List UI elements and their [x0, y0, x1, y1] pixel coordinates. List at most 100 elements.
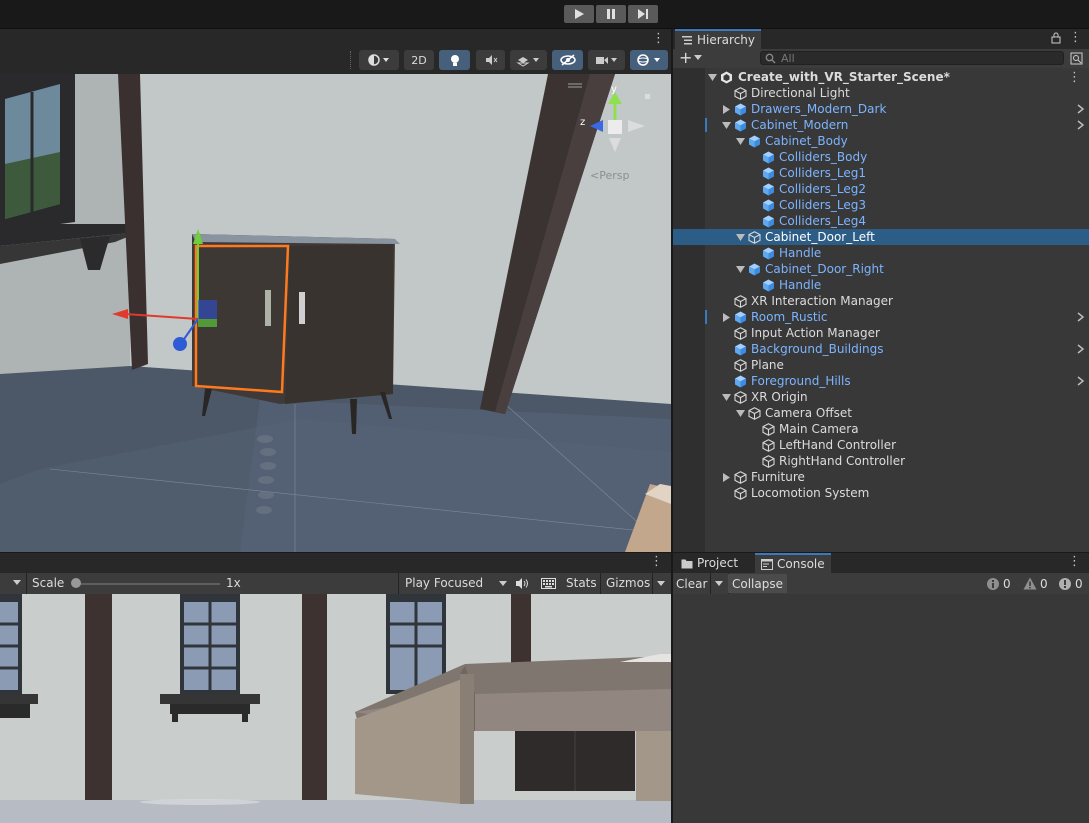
- hierarchy-item[interactable]: Foreground_Hills: [705, 373, 1089, 389]
- hierarchy-item[interactable]: Cabinet_Door_Right: [705, 261, 1089, 277]
- scale-label: Scale: [32, 576, 65, 590]
- display-dropdown-icon[interactable]: [13, 580, 21, 586]
- mute-audio-icon[interactable]: [515, 577, 529, 590]
- scene-name: Create_with_VR_Starter_Scene*: [738, 70, 950, 84]
- hierarchy-item-label: Locomotion System: [751, 486, 870, 500]
- panel-divider-horizontal[interactable]: [0, 552, 1089, 553]
- fold-closed-icon[interactable]: [722, 104, 731, 114]
- gizmos-menu[interactable]: Gizmos: [600, 573, 672, 594]
- fold-open-icon[interactable]: [736, 233, 745, 242]
- hierarchy-item[interactable]: Drawers_Modern_Dark: [705, 101, 1089, 117]
- hierarchy-item[interactable]: RightHand Controller: [705, 453, 1089, 469]
- open-prefab-chevron-icon[interactable]: [1077, 344, 1085, 354]
- scene-menu-icon[interactable]: ⋮: [652, 31, 665, 46]
- hierarchy-item[interactable]: XR Interaction Manager: [705, 293, 1089, 309]
- hierarchy-item[interactable]: Background_Buildings: [705, 341, 1089, 357]
- info-count-toggle[interactable]: 0: [986, 575, 1011, 592]
- fold-open-icon[interactable]: [708, 73, 717, 82]
- hierarchy-item[interactable]: Directional Light: [705, 85, 1089, 101]
- hierarchy-item[interactable]: Colliders_Leg2: [705, 181, 1089, 197]
- hierarchy-item[interactable]: LeftHand Controller: [705, 437, 1089, 453]
- fold-open-icon[interactable]: [722, 121, 731, 130]
- gizmos-icon: [637, 54, 660, 66]
- prefab-cube-icon: [735, 311, 746, 323]
- fold-closed-icon[interactable]: [722, 472, 731, 482]
- tab-hierarchy[interactable]: Hierarchy: [675, 29, 762, 49]
- hierarchy-item[interactable]: Cabinet_Body: [705, 133, 1089, 149]
- projection-label[interactable]: <Persp: [590, 169, 629, 182]
- open-prefab-chevron-icon[interactable]: [1077, 312, 1085, 322]
- fold-open-icon[interactable]: [736, 265, 745, 274]
- scene-root-row[interactable]: Create_with_VR_Starter_Scene* ⋮: [705, 69, 1089, 85]
- play-mode-dropdown[interactable]: Play Focused: [398, 573, 511, 594]
- info-icon: [987, 577, 999, 590]
- tab-project[interactable]: Project: [675, 553, 744, 573]
- camera-dropdown[interactable]: [588, 50, 625, 70]
- hierarchy-item[interactable]: Colliders_Leg4: [705, 213, 1089, 229]
- warning-count-toggle[interactable]: 0: [1023, 575, 1048, 592]
- step-button[interactable]: [628, 5, 658, 23]
- hierarchy-item[interactable]: Cabinet_Door_Left: [673, 229, 1089, 245]
- scene-menu-icon[interactable]: ⋮: [1068, 70, 1081, 85]
- collapse-toggle[interactable]: Collapse: [728, 574, 787, 593]
- tab-console[interactable]: Console: [755, 553, 831, 573]
- game-menu-icon[interactable]: ⋮: [650, 554, 663, 569]
- gameobject-cube-icon: [734, 358, 747, 372]
- scale-slider-thumb[interactable]: [71, 578, 81, 588]
- 2d-toggle[interactable]: 2D: [404, 50, 434, 70]
- open-prefab-chevron-icon[interactable]: [1077, 120, 1085, 130]
- console-log-area[interactable]: [673, 594, 1089, 823]
- error-count-toggle[interactable]: 0: [1058, 575, 1083, 592]
- panel-divider[interactable]: [671, 29, 673, 823]
- pause-button[interactable]: [596, 5, 626, 23]
- hierarchy-item[interactable]: Handle: [705, 277, 1089, 293]
- error-icon: [1059, 577, 1071, 590]
- scene-viewport[interactable]: y z <Persp: [0, 74, 671, 552]
- hierarchy-item[interactable]: Colliders_Leg1: [705, 165, 1089, 181]
- folder-icon: [681, 559, 693, 568]
- game-viewport[interactable]: [0, 594, 671, 823]
- fold-open-icon[interactable]: [736, 409, 745, 418]
- lock-icon[interactable]: [1051, 32, 1061, 44]
- gizmos-dropdown[interactable]: [630, 50, 668, 70]
- clear-button[interactable]: Clear: [676, 574, 707, 593]
- clear-options-dropdown[interactable]: [710, 573, 729, 594]
- shading-mode-dropdown[interactable]: [359, 50, 399, 70]
- hierarchy-item[interactable]: Colliders_Body: [705, 149, 1089, 165]
- add-icon[interactable]: +: [679, 48, 692, 67]
- hierarchy-item-label: LeftHand Controller: [779, 438, 897, 452]
- hierarchy-item[interactable]: Plane: [705, 357, 1089, 373]
- camera-icon: [595, 57, 617, 64]
- hierarchy-item[interactable]: Room_Rustic: [705, 309, 1089, 325]
- hierarchy-item[interactable]: Colliders_Leg3: [705, 197, 1089, 213]
- open-prefab-chevron-icon[interactable]: [1077, 104, 1085, 114]
- audio-toggle[interactable]: [476, 50, 505, 70]
- lighting-toggle[interactable]: [439, 50, 470, 70]
- hierarchy-item[interactable]: Handle: [705, 245, 1089, 261]
- hierarchy-menu-icon[interactable]: ⋮: [1069, 30, 1082, 45]
- hierarchy-item[interactable]: Cabinet_Modern: [705, 117, 1089, 133]
- keyboard-icon[interactable]: [541, 578, 556, 589]
- effects-dropdown[interactable]: [510, 50, 547, 70]
- visibility-toggle[interactable]: [552, 50, 583, 70]
- stats-button[interactable]: Stats: [566, 576, 597, 590]
- play-button[interactable]: [564, 5, 594, 23]
- hierarchy-search-input[interactable]: All: [760, 51, 1064, 65]
- chevron-down-icon[interactable]: [694, 55, 702, 61]
- fold-open-icon[interactable]: [722, 393, 731, 402]
- hierarchy-item[interactable]: Camera Offset: [705, 405, 1089, 421]
- scene-search-icon[interactable]: [1070, 52, 1083, 65]
- scale-slider-track[interactable]: [73, 583, 220, 585]
- toolbar-grip: [350, 51, 353, 69]
- hierarchy-item[interactable]: XR Origin: [705, 389, 1089, 405]
- hierarchy-item[interactable]: Main Camera: [705, 421, 1089, 437]
- hierarchy-item[interactable]: Furniture: [705, 469, 1089, 485]
- fold-open-icon[interactable]: [736, 137, 745, 146]
- hierarchy-item[interactable]: Input Action Manager: [705, 325, 1089, 341]
- hierarchy-item-label: Plane: [751, 358, 784, 372]
- fold-closed-icon[interactable]: [722, 312, 731, 322]
- console-menu-icon[interactable]: ⋮: [1068, 554, 1081, 569]
- open-prefab-chevron-icon[interactable]: [1077, 376, 1085, 386]
- prefab-cube-icon: [763, 215, 774, 227]
- hierarchy-item[interactable]: Locomotion System: [705, 485, 1089, 501]
